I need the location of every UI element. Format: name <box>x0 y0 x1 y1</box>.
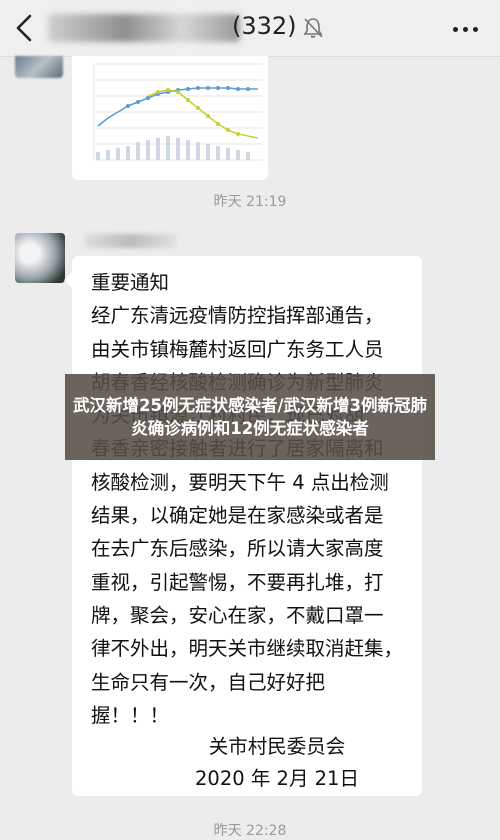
headline-text: 武汉新增25例无症状感染者/武汉新增3例新冠肺炎确诊病例和12例无症状感染者 <box>73 396 427 438</box>
sender-avatar[interactable] <box>15 56 63 78</box>
timestamp: 昨天 21:19 <box>213 194 287 210</box>
message-date: 2020 年 2月 21日 <box>195 767 359 790</box>
chat-title-redacted <box>48 14 240 42</box>
message-signer: 关市村民委员会 <box>208 735 346 758</box>
message-bubble[interactable]: 重要通知 经广东清远疫情防控指挥部通告， 由关市镇梅麓村返回广东务工人员 胡春香… <box>64 256 422 796</box>
timestamp: 昨天 22:28 <box>213 823 287 839</box>
message-text: 重要通知 经广东清远疫情防控指挥部通告， 由关市镇梅麓村返回广东务工人员 胡春香… <box>91 271 404 727</box>
more-options-button[interactable] <box>448 14 484 44</box>
chevron-left-icon <box>16 14 32 42</box>
more-dots-icon <box>453 27 458 32</box>
chart-thumbnail <box>93 63 262 161</box>
sender-avatar[interactable] <box>15 233 65 283</box>
chat-member-count: (332) <box>232 12 297 40</box>
sender-name-redacted <box>85 234 177 248</box>
image-message[interactable] <box>72 56 268 180</box>
chat-header: (332) <box>0 0 500 57</box>
bell-off-icon <box>303 18 323 38</box>
headline-banner: 武汉新增25例无症状感染者/武汉新增3例新冠肺炎确诊病例和12例无症状感染者 <box>65 374 435 460</box>
back-button[interactable] <box>10 10 40 46</box>
